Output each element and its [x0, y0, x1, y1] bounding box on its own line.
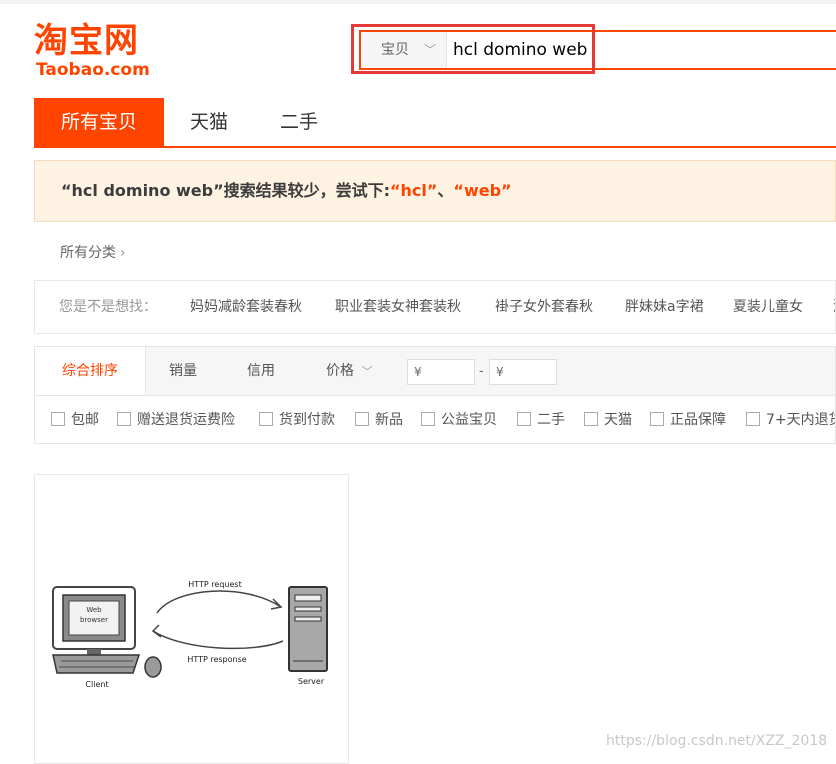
filter-free-shipping[interactable]: 包邮 [51, 396, 99, 443]
watermark: https://blog.csdn.net/XZZ_2018 [606, 733, 828, 749]
server-label: Server [298, 677, 325, 686]
checkbox[interactable] [584, 412, 598, 426]
notice-text: “hcl domino web”搜索结果较少，尝试下: [61, 181, 391, 200]
filter-tmall[interactable]: 天猫 [584, 396, 632, 443]
client-screen-label-1: Web [86, 606, 102, 614]
tab-tmall[interactable]: 天猫 [164, 98, 254, 146]
sort-price[interactable]: 价格 ﹀ [326, 347, 372, 395]
http-request-label: HTTP request [188, 580, 241, 589]
suggestion-link-web[interactable]: “web” [453, 181, 511, 200]
filter-charity[interactable]: 公益宝贝 [421, 396, 497, 443]
category-label: 所有分类 [60, 245, 116, 261]
request-arrow [156, 590, 282, 614]
sort-price-label: 价格 [326, 363, 354, 379]
chevron-down-icon: ﹀ [423, 43, 436, 57]
chevron-right-icon: › [120, 245, 126, 261]
http-arrows [151, 590, 284, 650]
tab-second-hand[interactable]: 二手 [254, 98, 344, 146]
did-you-mean-label: 您是不是想找： [59, 299, 157, 315]
filter-7day-return[interactable]: 7+天内退货 [746, 396, 836, 443]
logo-cn: 淘宝网 [34, 21, 139, 61]
notice-separator: 、 [437, 181, 454, 200]
response-arrowhead [151, 624, 162, 638]
all-categories-link[interactable]: 所有分类 › [60, 240, 126, 266]
server-computer: Server [288, 586, 328, 686]
filter-label: 正品保障 [670, 412, 726, 428]
product-image-client-server-diagram: Web browser Client Server HTTP request H… [52, 580, 328, 689]
filter-label: 货到付款 [279, 412, 335, 428]
suggestion-item[interactable]: 职业套装女神套装秋 [335, 281, 461, 333]
filter-label: 赠送退货运费险 [137, 412, 235, 428]
taobao-logo[interactable]: 淘宝网 Taobao.com [34, 22, 168, 82]
suggestion-link-hcl[interactable]: “hcl” [390, 181, 437, 200]
tab-bar: 所有宝贝 天猫 二手 [34, 98, 836, 148]
response-arrow [152, 630, 284, 650]
checkbox[interactable] [746, 412, 760, 426]
client-screen-label-2: browser [80, 616, 108, 624]
suggestion-item[interactable]: 褂子女外套春秋 [495, 281, 593, 333]
search-type-dropdown[interactable]: 宝贝 ﹀ [361, 32, 447, 68]
filter-new[interactable]: 新品 [355, 396, 403, 443]
filter-return-insurance[interactable]: 赠送退货运费险 [117, 396, 235, 443]
suggestion-item[interactable]: 妈妈减龄套装春秋 [190, 281, 302, 333]
filter-label: 7+天内退货 [766, 412, 836, 428]
filter-label: 二手 [537, 412, 565, 428]
logo-en: Taobao.com [36, 60, 150, 80]
filter-label: 天猫 [604, 412, 632, 428]
did-you-mean-bar: 您是不是想找： 妈妈减龄套装春秋 职业套装女神套装秋 褂子女外套春秋 胖妹妹a字… [34, 280, 836, 334]
checkbox[interactable] [650, 412, 664, 426]
checkbox[interactable] [51, 412, 65, 426]
filter-genuine[interactable]: 正品保障 [650, 396, 726, 443]
client-computer: Web browser Client [52, 586, 162, 689]
checkbox[interactable] [117, 412, 131, 426]
search-input[interactable] [453, 32, 833, 68]
filter-label: 包邮 [71, 412, 99, 428]
checkbox[interactable] [355, 412, 369, 426]
filter-label: 公益宝贝 [441, 412, 497, 428]
search-type-label: 宝贝 [381, 42, 409, 58]
sort-sales[interactable]: 销量 [169, 347, 197, 395]
top-strip [0, 0, 836, 4]
checkbox[interactable] [421, 412, 435, 426]
price-min-input[interactable]: ¥ [407, 359, 475, 385]
checkbox[interactable] [259, 412, 273, 426]
sort-bar: 综合排序 销量 信用 价格 ﹀ ¥ - ¥ [34, 346, 836, 396]
search-box: 宝贝 ﹀ [359, 30, 836, 70]
suggestion-item[interactable]: 夏装儿童女 [733, 281, 803, 333]
price-max-input[interactable]: ¥ [489, 359, 557, 385]
filter-cash-on-delivery[interactable]: 货到付款 [259, 396, 335, 443]
filter-second-hand[interactable]: 二手 [517, 396, 565, 443]
few-results-notice: “hcl domino web”搜索结果较少，尝试下:“hcl”、“web” [34, 160, 836, 222]
http-response-label: HTTP response [187, 655, 246, 664]
product-card[interactable]: Web browser Client Server HTTP request H… [34, 474, 349, 764]
checkbox[interactable] [517, 412, 531, 426]
chevron-down-icon: ﹀ [361, 365, 373, 378]
suggestion-item[interactable]: 胖妹妹a字裙 [625, 281, 704, 333]
filter-bar: 包邮 赠送退货运费险 货到付款 新品 公益宝贝 二手 天猫 正品保障 7+天内退… [34, 396, 836, 444]
client-label: Client [85, 680, 108, 689]
tab-all-items[interactable]: 所有宝贝 [34, 98, 164, 146]
price-range-dash: - [479, 364, 484, 379]
sort-credit[interactable]: 信用 [247, 347, 275, 395]
sort-default[interactable]: 综合排序 [35, 347, 146, 395]
filter-label: 新品 [375, 412, 403, 428]
